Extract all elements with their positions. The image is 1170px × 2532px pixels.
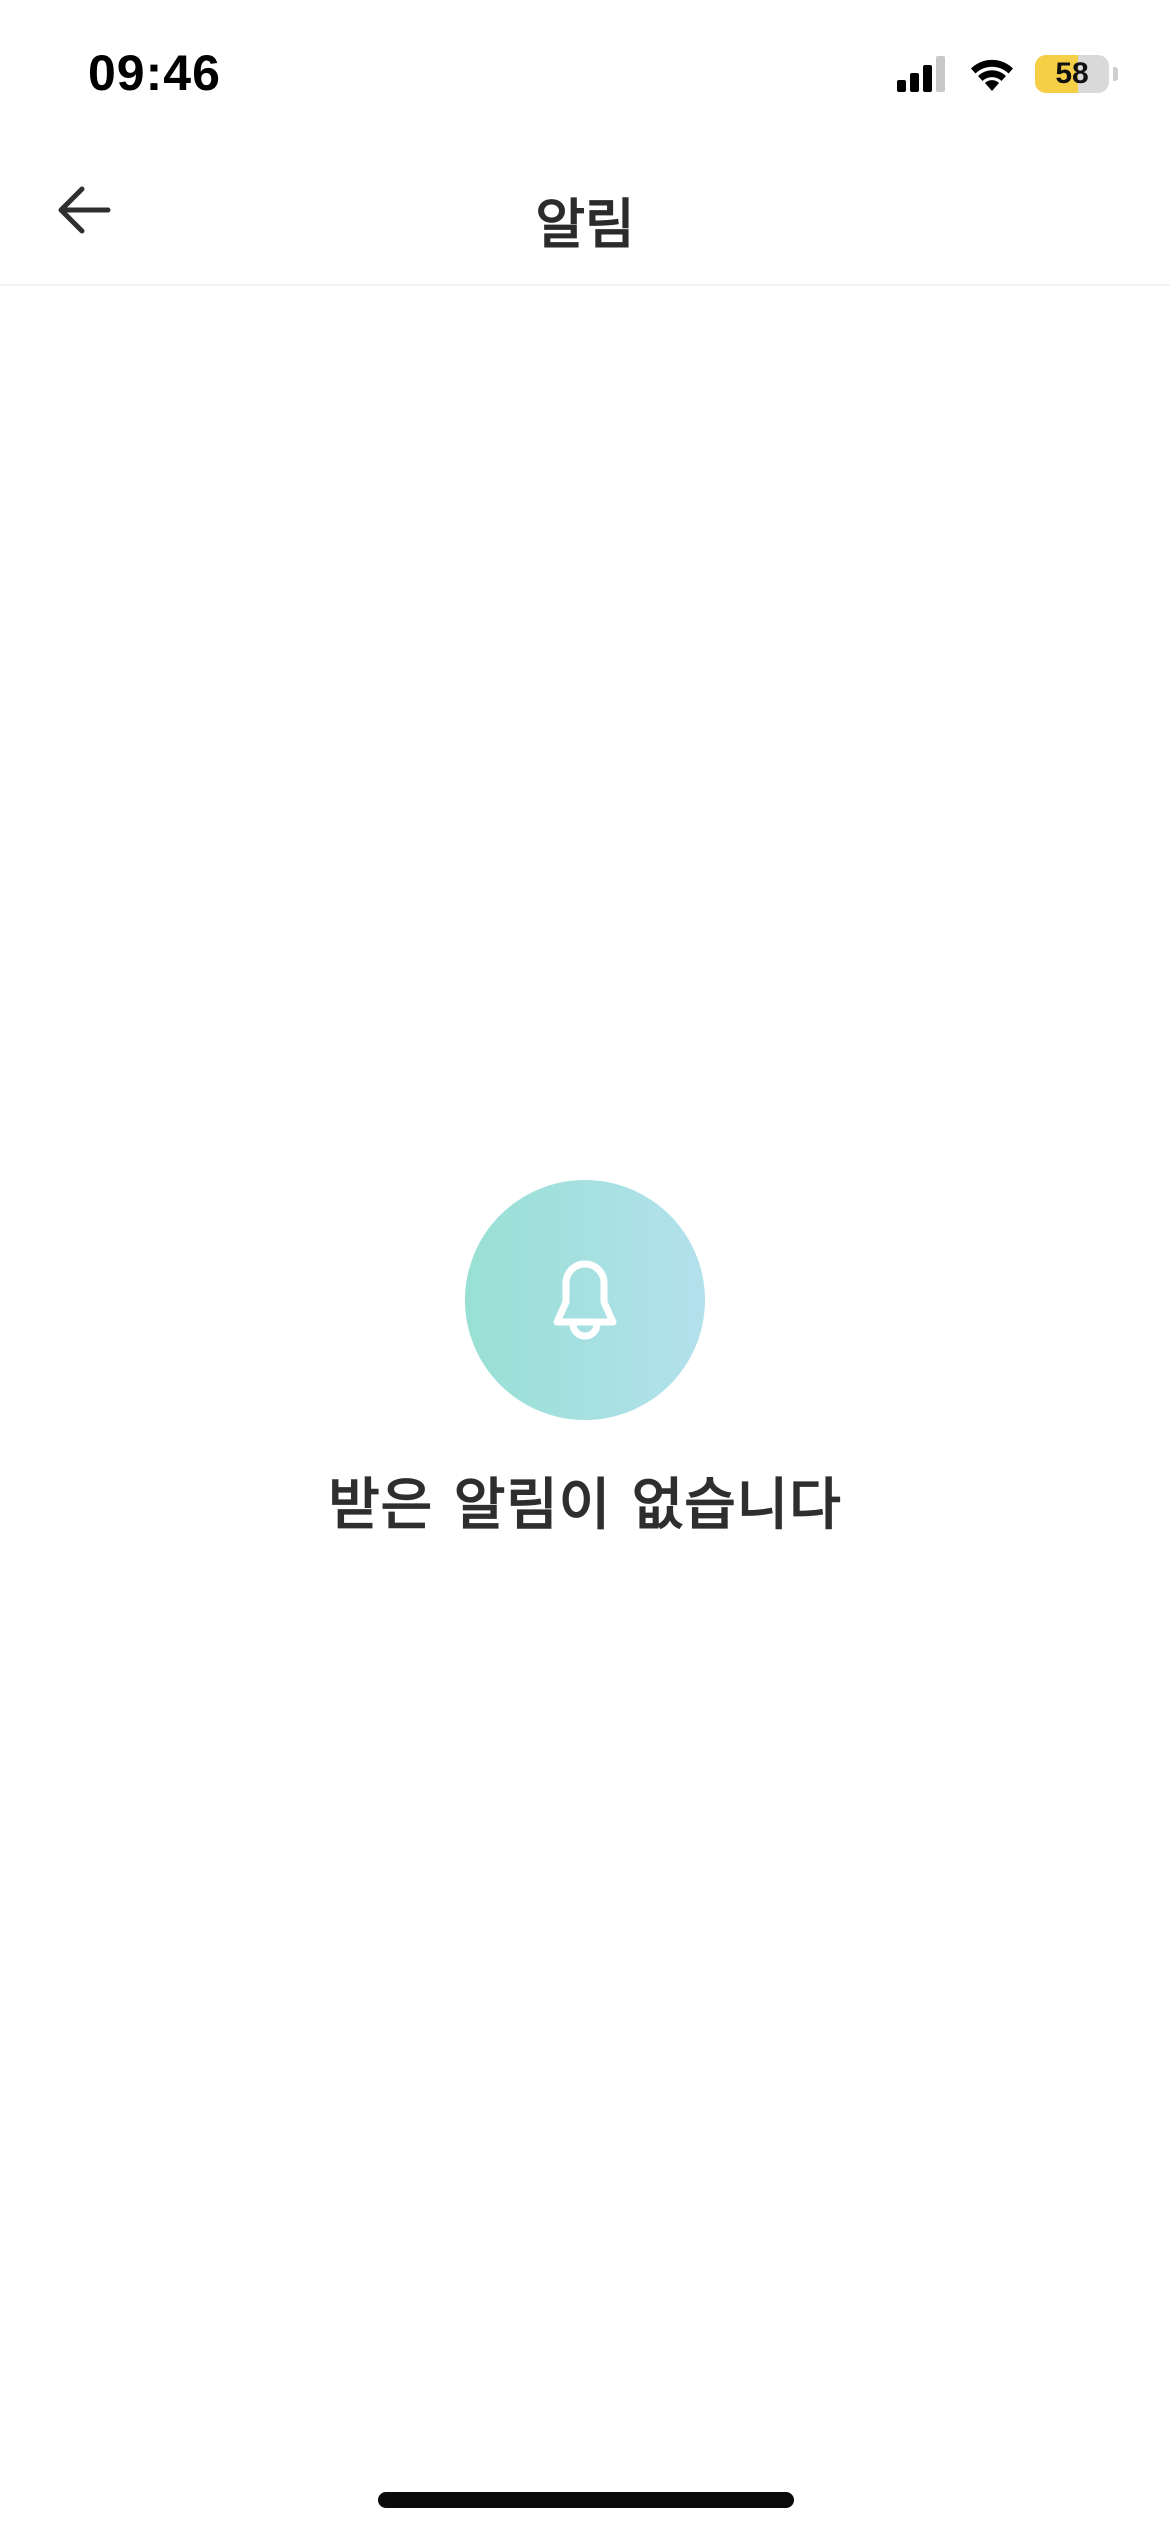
cellular-signal-icon — [897, 56, 949, 92]
status-bar: 09:46 58 — [0, 0, 1170, 140]
home-indicator[interactable] — [378, 2492, 794, 2508]
bell-badge — [465, 1180, 705, 1420]
bell-icon — [525, 1238, 645, 1362]
navigation-header: 알림 — [0, 140, 1170, 286]
battery-level: 58 — [1055, 57, 1089, 90]
wifi-icon — [967, 55, 1017, 93]
battery-icon: 58 — [1035, 55, 1109, 93]
empty-state: 받은 알림이 없습니다 — [0, 1180, 1170, 1541]
battery-cap — [1113, 67, 1118, 81]
page-title: 알림 — [535, 193, 635, 256]
notifications-screen: 09:46 58 알림 받은 알림이 없습니다 — [0, 0, 1170, 2532]
empty-message: 받은 알림이 없습니다 — [328, 1473, 842, 1538]
status-icons: 58 — [897, 52, 1118, 96]
status-time: 09:46 — [88, 45, 221, 101]
